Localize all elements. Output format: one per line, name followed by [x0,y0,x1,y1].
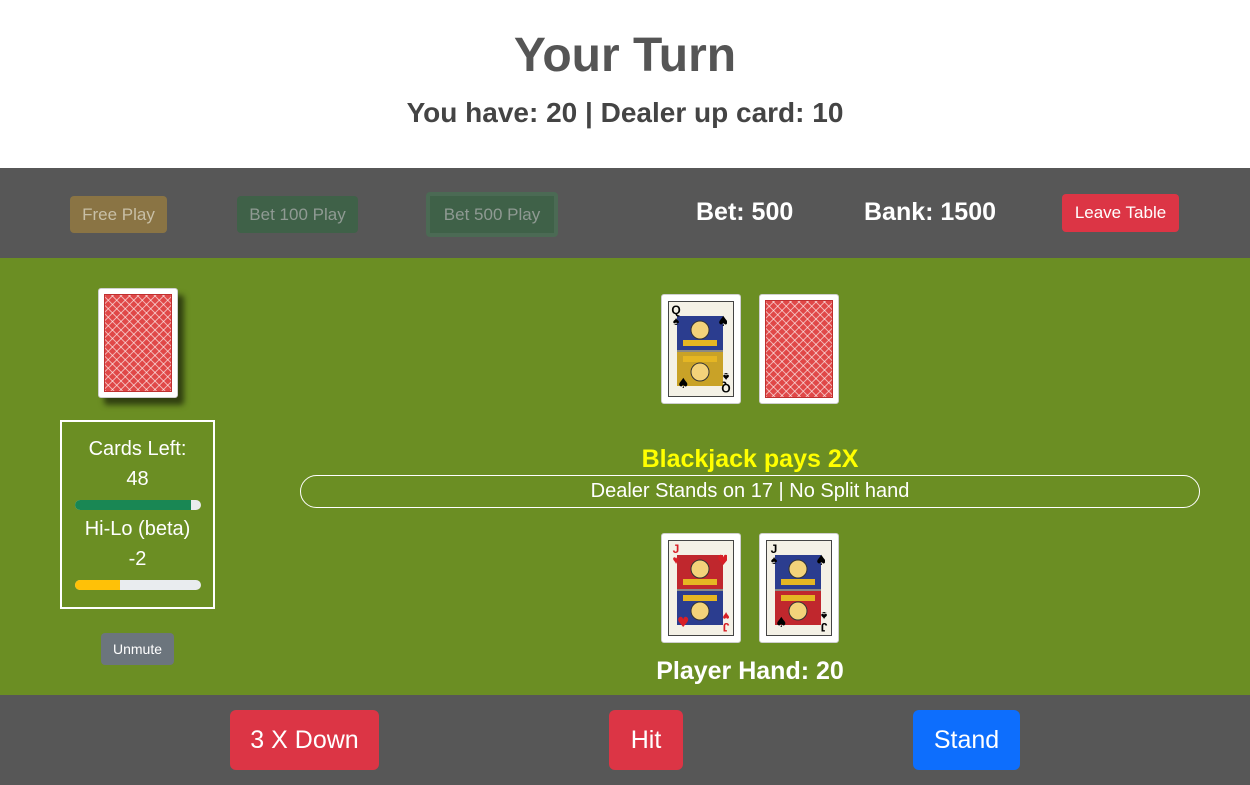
player-hand-total: Player Hand: 20 [656,657,844,685]
card-corner-top: Q ♠ [671,303,681,328]
stand-button[interactable]: Stand [913,710,1020,770]
double-down-button[interactable]: 3 X Down [230,710,379,770]
leave-table-button[interactable]: Leave Table [1062,194,1179,232]
turn-title: Your Turn [513,29,737,82]
deck-shoe-card [98,288,178,398]
svg-text:♠: ♠ [775,615,788,631]
hilo-value: -2 [128,548,147,570]
action-bar: 3 X Down Hit Stand [0,695,1250,785]
hilo-label: Hi-Lo (beta) [84,518,191,540]
bet-100-play-button[interactable]: Bet 100 Play [237,196,358,233]
card-corner-bottom: J ♠ [820,609,828,634]
svg-text:♠: ♠ [677,376,690,392]
player-card-2: ♠ ♠ J♠ J♠ [759,533,839,643]
bet-500-play-button[interactable]: Bet 500 Play [426,192,558,237]
cards-left-label: Cards Left: [88,438,187,460]
svg-text:♠: ♠ [815,553,825,569]
hit-button[interactable]: Hit [609,710,683,770]
turn-header: Your Turn You have: 20 | Dealer up card:… [0,0,1250,168]
table-rules-banner: Dealer Stands on 17 | No Split hand [300,475,1200,508]
free-play-button[interactable]: Free Play [70,196,167,233]
svg-text:♥: ♥ [677,615,690,631]
turn-status: You have: 20 | Dealer up card: 10 [406,97,844,128]
blackjack-payout-text: Blackjack pays 2X [641,445,859,473]
blackjack-table: Cards Left: 48 Hi-Lo (beta) -2 Unmute ♠♠… [0,258,1250,695]
card-back-pattern [104,294,172,392]
betting-bar: Free Play Bet 100 Play Bet 500 Play Bet:… [0,168,1250,258]
cards-left-value: 48 [126,468,149,490]
card-corner-bottom: J ♥ [722,609,730,634]
hilo-progress-fill [75,580,121,590]
cards-left-progress [75,500,201,510]
svg-text:♠: ♠ [717,314,727,330]
card-face: ♥ ♥ J♥ J♥ [668,540,734,636]
bet-amount: Bet: 500 [696,198,794,226]
card-face: ♠ ♠ J♠ J♠ [766,540,832,636]
bank-amount: Bank: 1500 [864,198,997,226]
shoe-info-panel: Cards Left: 48 Hi-Lo (beta) -2 [60,420,215,609]
card-back-pattern [765,300,833,398]
card-corner-bottom: Q ♠ [721,370,731,395]
card-corner-top: J ♠ [770,542,778,567]
cards-left-progress-fill [75,500,191,510]
dealer-card-hole [759,294,839,404]
player-card-1: ♥ ♥ J♥ J♥ [661,533,741,643]
unmute-button[interactable]: Unmute [101,633,174,665]
dealer-card-up: ♠ ♠ Q♠ Q♠ [661,294,741,404]
card-face: ♠ ♠ Q♠ Q♠ [668,301,734,397]
card-corner-top: J ♥ [672,542,680,567]
svg-text:♥: ♥ [717,553,727,569]
hilo-progress [75,580,201,590]
